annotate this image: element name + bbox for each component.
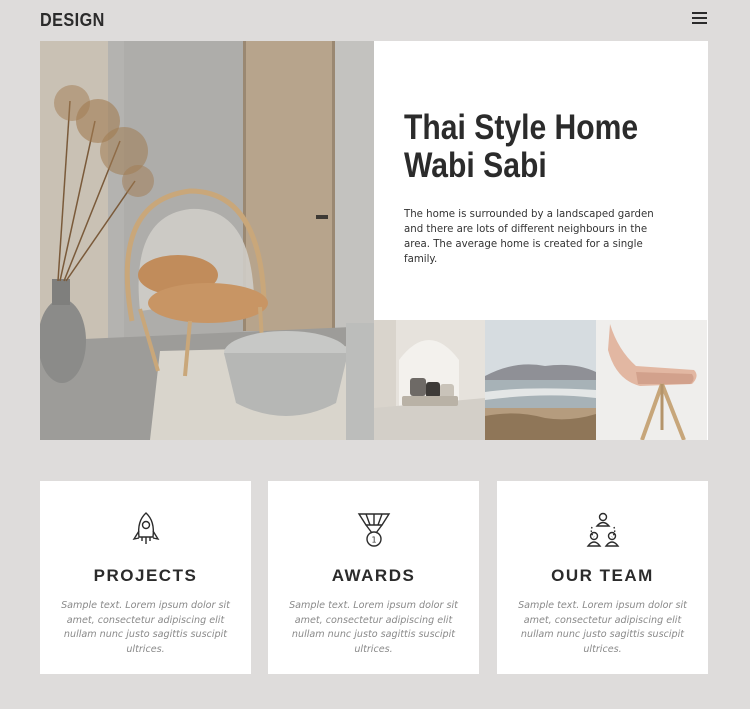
rocket-icon <box>129 511 163 549</box>
feature-card-awards: 1 AWARDS Sample text. Lorem ipsum dolor … <box>268 481 479 674</box>
hero-description: The home is surrounded by a landscaped g… <box>404 209 654 265</box>
card-title: AWARDS <box>331 566 416 585</box>
card-text: Sample text. Lorem ipsum dolor sit amet,… <box>518 600 687 655</box>
card-text: Sample text. Lorem ipsum dolor sit amet,… <box>289 600 458 655</box>
hero-content: Thai Style Home Wabi Sabi The home is su… <box>404 109 684 267</box>
hero-title-line2: Wabi Sabi <box>404 146 547 185</box>
svg-text:1: 1 <box>371 536 376 545</box>
feature-card-projects: PROJECTS Sample text. Lorem ipsum dolor … <box>40 481 251 674</box>
card-title: OUR TEAM <box>551 566 654 585</box>
site-logo[interactable]: DESIGN <box>40 10 105 31</box>
features-section: PROJECTS Sample text. Lorem ipsum dolor … <box>40 481 708 674</box>
hamburger-menu-icon[interactable] <box>692 12 708 26</box>
alcove-cushions-photo[interactable] <box>374 320 485 440</box>
wooden-chair-photo[interactable] <box>596 320 707 440</box>
card-text: Sample text. Lorem ipsum dolor sit amet,… <box>61 600 230 655</box>
thumbnail-gallery <box>374 320 708 440</box>
seaside-landscape-photo[interactable] <box>485 320 596 440</box>
hero-title-line1: Thai Style Home <box>404 108 639 147</box>
site-header: DESIGN <box>40 8 708 34</box>
interior-chair-photo <box>40 41 374 440</box>
hero-section: Thai Style Home Wabi Sabi The home is su… <box>40 41 708 440</box>
medal-icon: 1 <box>357 511 391 549</box>
feature-card-our-team: OUR TEAM Sample text. Lorem ipsum dolor … <box>497 481 708 674</box>
hero-title: Thai Style Home Wabi Sabi <box>404 109 645 185</box>
card-title: PROJECTS <box>93 566 198 585</box>
team-icon <box>586 511 620 549</box>
